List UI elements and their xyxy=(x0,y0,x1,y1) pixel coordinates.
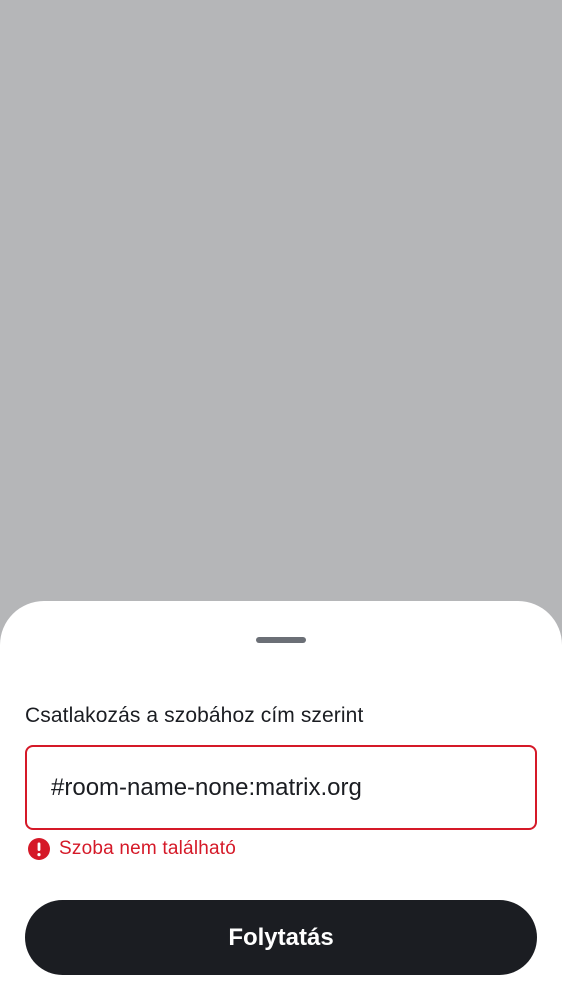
error-text: Szoba nem található xyxy=(59,838,237,859)
scrim-overlay[interactable] xyxy=(0,0,562,601)
room-address-input[interactable] xyxy=(25,745,537,830)
field-label: Csatlakozás a szobához cím szerint xyxy=(25,704,364,727)
screen: Csatlakozás a szobához cím szerint Szoba… xyxy=(0,0,562,1000)
error-message: Szoba nem található xyxy=(25,837,236,861)
drag-handle[interactable] xyxy=(256,637,306,643)
continue-button[interactable]: Folytatás xyxy=(25,900,537,975)
bottom-sheet: Csatlakozás a szobához cím szerint Szoba… xyxy=(0,601,562,1000)
error-icon xyxy=(28,838,50,860)
